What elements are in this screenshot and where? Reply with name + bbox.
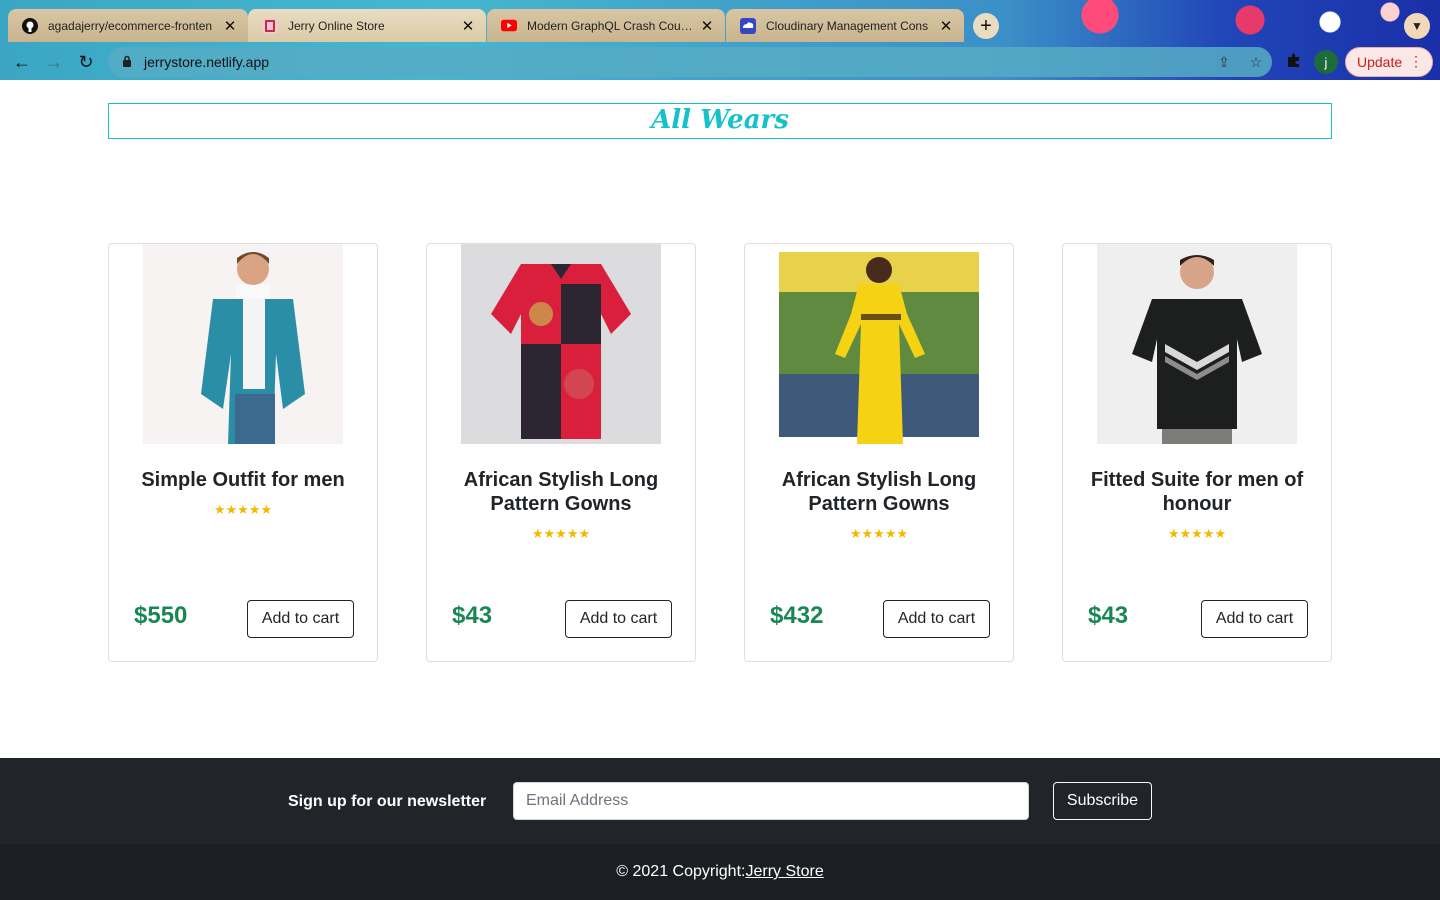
tab-title: agadajerry/ecommerce-fronten [48,18,213,33]
update-button[interactable]: Update ⋮ [1345,47,1433,77]
product-image[interactable] [461,244,661,444]
url-text: jerrystore.netlify.app [144,54,270,70]
rating-stars-icon: ★★★★★ [213,502,273,517]
share-icon[interactable]: ⇪ [1208,54,1240,71]
close-icon[interactable]: ✕ [460,17,476,35]
tab-jerry-store[interactable]: Jerry Online Store ✕ [248,9,486,42]
product-name: Simple Outfit for men [141,469,345,491]
close-icon[interactable]: ✕ [222,17,238,35]
back-arrow-icon[interactable]: ← [10,50,34,74]
close-icon[interactable]: ✕ [938,17,954,35]
add-to-cart-button[interactable]: Add to cart [565,600,672,638]
tab-title: Cloudinary Management Cons [766,18,929,33]
rating-stars-icon: ★★★★★ [531,526,591,541]
product-card: Fitted Suite for men of honour ★★★★★ $43… [1062,243,1332,662]
cloudinary-icon [740,17,756,34]
kebab-menu-icon[interactable]: ⋮ [1409,53,1423,70]
address-bar[interactable]: jerrystore.netlify.app ⇪ ☆ [108,47,1272,77]
product-image[interactable] [779,244,979,444]
bookmark-star-icon[interactable]: ☆ [1240,54,1272,71]
newsletter-label: Sign up for our newsletter [288,793,487,810]
store-favicon-icon [262,17,278,34]
extensions-puzzle-icon[interactable] [1284,52,1304,72]
add-to-cart-button[interactable]: Add to cart [883,600,990,638]
jerry-store-link[interactable]: Jerry Store [745,863,823,880]
github-icon [22,17,38,34]
product-card: African Stylish Long Pattern Gowns ★★★★★… [744,243,1014,662]
product-grid: Simple Outfit for men ★★★★★ $550 Add to … [108,243,1332,662]
page-title: All Wears [651,105,789,135]
product-name: African Stylish Long Pattern Gowns [781,469,977,515]
update-label: Update [1357,54,1403,70]
product-price: $43 [1088,602,1129,629]
newsletter-section: Sign up for our newsletter Subscribe [0,758,1440,844]
lock-icon [122,55,134,70]
product-image[interactable] [143,244,343,444]
product-price: $432 [770,602,824,629]
tab-youtube[interactable]: Modern GraphQL Crash Course ✕ [487,9,725,42]
product-name: Fitted Suite for men of honour [1090,469,1304,515]
email-field[interactable] [513,782,1029,820]
browser-toolbar: ← → ↻ jerrystore.netlify.app ⇪ ☆ j Updat… [0,44,1440,80]
browser-chrome: agadajerry/ecommerce-fronten ✕ Jerry Onl… [0,0,1440,80]
profile-avatar[interactable]: j [1314,50,1338,74]
page-title-box: All Wears [108,103,1332,139]
product-price: $550 [134,602,188,629]
rating-stars-icon: ★★★★★ [1167,526,1227,541]
tab-title: Jerry Online Store [288,18,385,33]
copyright-bar: © 2021 Copyright:Jerry Store [0,844,1440,900]
tab-strip: agadajerry/ecommerce-fronten ✕ Jerry Onl… [0,0,1440,44]
tab-search-chevron-icon[interactable]: ▼ [1404,13,1430,39]
rating-stars-icon: ★★★★★ [849,526,909,541]
tab-title: Modern GraphQL Crash Course [527,18,693,33]
tab-cloudinary[interactable]: Cloudinary Management Cons ✕ [726,9,964,42]
add-to-cart-button[interactable]: Add to cart [1201,600,1308,638]
product-card: African Stylish Long Pattern Gowns ★★★★★… [426,243,696,662]
product-image[interactable] [1097,244,1297,444]
forward-arrow-icon[interactable]: → [42,50,66,74]
product-price: $43 [452,602,493,629]
reload-icon[interactable]: ↻ [74,50,98,74]
new-tab-button[interactable]: + [973,13,999,39]
subscribe-button[interactable]: Subscribe [1053,782,1152,820]
product-name: African Stylish Long Pattern Gowns [463,469,659,515]
close-icon[interactable]: ✕ [699,17,715,35]
add-to-cart-button[interactable]: Add to cart [247,600,354,638]
copyright-text: © 2021 Copyright: [616,863,746,880]
tab-github[interactable]: agadajerry/ecommerce-fronten ✕ [8,9,248,42]
product-card: Simple Outfit for men ★★★★★ $550 Add to … [108,243,378,662]
youtube-icon [501,18,517,34]
